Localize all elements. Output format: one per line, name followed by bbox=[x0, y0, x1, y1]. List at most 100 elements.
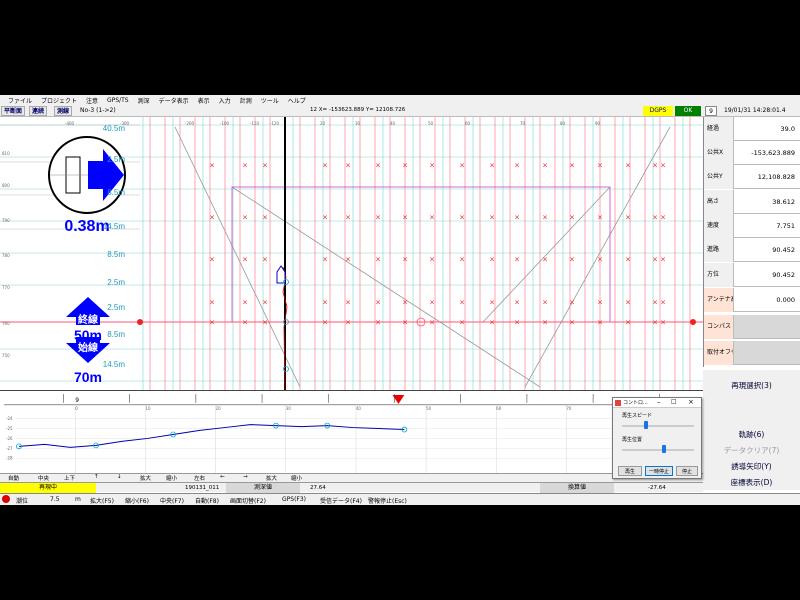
profile-control[interactable]: 左右 bbox=[194, 474, 205, 482]
point-marker: × bbox=[625, 162, 631, 170]
close-icon[interactable]: × bbox=[688, 398, 694, 406]
menu-file[interactable]: ファイル bbox=[8, 96, 32, 105]
profile-control[interactable]: 拡大 bbox=[266, 474, 277, 482]
stop-button[interactable]: 停止 bbox=[676, 466, 698, 476]
position-slider[interactable] bbox=[662, 445, 666, 453]
point-marker: × bbox=[489, 214, 495, 222]
point-marker: × bbox=[402, 319, 408, 327]
profile-control[interactable]: ↓ bbox=[117, 474, 122, 480]
info-label: 速度 bbox=[704, 213, 734, 238]
function-key-bar: 潮位 7.5 m 拡大(F5) 縮小(F6) 中央(F7) 自動(F8) 画面切… bbox=[0, 493, 800, 505]
top-tick-label: -300 bbox=[120, 121, 130, 126]
zoom-in-button[interactable]: 拡大(F5) bbox=[90, 496, 114, 505]
point-marker: × bbox=[660, 256, 666, 264]
point-marker: × bbox=[322, 162, 328, 170]
left-tick-label: 760 bbox=[2, 321, 10, 326]
survey-area-frame bbox=[231, 186, 611, 323]
tide-value[interactable]: 7.5 bbox=[50, 496, 60, 503]
offset-label: 8.5m bbox=[107, 250, 125, 259]
left-tick-label: 750 bbox=[2, 353, 10, 358]
top-tick-label: -120 bbox=[270, 121, 280, 126]
info-label: アンテナ高 bbox=[704, 287, 734, 312]
guide-arrow-button[interactable]: 誘導矢印(Y) bbox=[703, 460, 800, 474]
menu-sounding[interactable]: 測深 bbox=[138, 96, 150, 105]
menu-measure[interactable]: 計測 bbox=[240, 96, 252, 105]
point-marker: × bbox=[402, 162, 408, 170]
profile-y-tick: -26 bbox=[6, 436, 13, 441]
center-button[interactable]: 中央(F7) bbox=[160, 496, 184, 505]
line-selector[interactable]: No-3 (1->2) bbox=[80, 107, 116, 114]
menu-tools[interactable]: ツール bbox=[261, 96, 279, 105]
profile-controls: 自動 中央 上下 ↑ ↓ 拡大 縮小 左右 ← → 拡大 縮小 bbox=[0, 473, 703, 482]
profile-control[interactable]: ← bbox=[220, 474, 225, 480]
auto-button[interactable]: 自動(F8) bbox=[195, 496, 219, 505]
profile-control[interactable]: 縮小 bbox=[166, 474, 177, 482]
profile-x-tick: 20 bbox=[216, 406, 222, 411]
info-label: 公共Y bbox=[704, 164, 734, 189]
plan-view[interactable]: × × × × × × × × × × × × × × × × × × × × × × × × × × × × × × × × × × × × × × × ×… bbox=[0, 117, 703, 390]
top-tick-label: 80 bbox=[560, 121, 566, 126]
replay-select-button[interactable]: 再現選択(3) bbox=[703, 379, 800, 393]
trajectory-button[interactable]: 軌跡(6) bbox=[703, 428, 800, 442]
profile-control[interactable]: 縮小 bbox=[291, 474, 302, 482]
profile-control[interactable]: 拡大 bbox=[140, 474, 151, 482]
menu-data-display[interactable]: データ表示 bbox=[159, 96, 189, 105]
pause-button[interactable]: 一時停止 bbox=[645, 466, 673, 476]
point-marker: × bbox=[489, 256, 495, 264]
offset-label: 14.5m bbox=[103, 222, 126, 231]
menu-help[interactable]: ヘルプ bbox=[288, 96, 306, 105]
info-row: 方位 90.452 bbox=[704, 262, 800, 287]
coordinate-readout: 12 X= -153623.889 Y= 12108.726 bbox=[310, 107, 406, 113]
menu-notes[interactable]: 注意 bbox=[86, 96, 98, 105]
point-marker: × bbox=[489, 299, 495, 307]
left-tick-label: 780 bbox=[2, 253, 10, 258]
offset-label: 14.5m bbox=[103, 360, 126, 369]
menu-bar: ファイル プロジェクト 注意 GPS/TS 測深 データ表示 表示 入力 計測 … bbox=[0, 95, 800, 105]
gps-button[interactable]: GPS(F3) bbox=[282, 496, 306, 503]
depth-profile[interactable]: 9 0 10 20 30 40 50 60 70 -24 -25 -26 -27 -28 bbox=[0, 390, 703, 475]
info-label: 公共X bbox=[704, 140, 734, 165]
menu-view[interactable]: 表示 bbox=[198, 96, 210, 105]
play-button[interactable]: 再生 bbox=[618, 466, 642, 476]
continuous-button[interactable]: 連続 bbox=[29, 106, 48, 116]
top-tick-label: 30 bbox=[355, 121, 361, 126]
data-clear-button[interactable]: データクリア(7) bbox=[703, 444, 800, 458]
profile-control[interactable]: 中央 bbox=[38, 474, 49, 482]
right-button-panel: 再現選択(3) 軌跡(6) データクリア(7) 誘導矢印(Y) 座標表示(D) bbox=[703, 370, 800, 490]
top-tick-label: 70 bbox=[520, 121, 526, 126]
survey-line-button[interactable]: 測線 bbox=[54, 106, 73, 116]
dialog-titlebar[interactable]: コントロ... – □ × bbox=[613, 398, 701, 408]
point-marker: × bbox=[429, 256, 435, 264]
line-endpoint-marker bbox=[137, 319, 143, 325]
point-marker: × bbox=[345, 256, 351, 264]
received-data-button[interactable]: 受信データ(F4) bbox=[320, 496, 362, 505]
profile-control[interactable]: 上下 bbox=[64, 474, 75, 482]
speed-slider[interactable] bbox=[644, 421, 648, 429]
ok-indicator: OK bbox=[675, 106, 701, 116]
minimize-icon[interactable]: – bbox=[657, 398, 661, 406]
point-marker: × bbox=[242, 162, 248, 170]
profile-control[interactable]: 自動 bbox=[8, 474, 19, 482]
screen-switch-button[interactable]: 画面切替(F2) bbox=[230, 496, 266, 505]
dgps-indicator: DGPS bbox=[643, 106, 673, 116]
profile-control[interactable]: ↑ bbox=[94, 474, 99, 480]
info-label: 高さ bbox=[704, 189, 734, 214]
menu-input[interactable]: 入力 bbox=[219, 96, 231, 105]
info-value: 90.452 bbox=[772, 245, 795, 254]
point-marker: × bbox=[660, 319, 666, 327]
maximize-icon[interactable]: □ bbox=[671, 398, 677, 405]
dialog-title: コントロ... bbox=[623, 400, 648, 406]
line-endpoint-marker bbox=[690, 319, 696, 325]
menu-gps-ts[interactable]: GPS/TS bbox=[107, 97, 129, 104]
profile-control[interactable]: → bbox=[243, 474, 248, 480]
point-marker: × bbox=[597, 319, 603, 327]
coordinate-display-button[interactable]: 座標表示(D) bbox=[703, 476, 800, 490]
plan-section-button[interactable]: 平断面 bbox=[1, 106, 26, 116]
info-row: 経過 39.0 bbox=[704, 116, 800, 141]
info-panel: 経過 39.0 公共X -153,623.889 公共Y 12,108.828 高さ 38.6… bbox=[703, 116, 800, 367]
menu-project[interactable]: プロジェクト bbox=[41, 96, 77, 105]
info-row: コンパス bbox=[704, 314, 800, 339]
alarm-stop-button[interactable]: 警報停止(Esc) bbox=[368, 496, 407, 505]
zoom-out-button[interactable]: 縮小(F6) bbox=[125, 496, 149, 505]
point-marker: × bbox=[322, 299, 328, 307]
